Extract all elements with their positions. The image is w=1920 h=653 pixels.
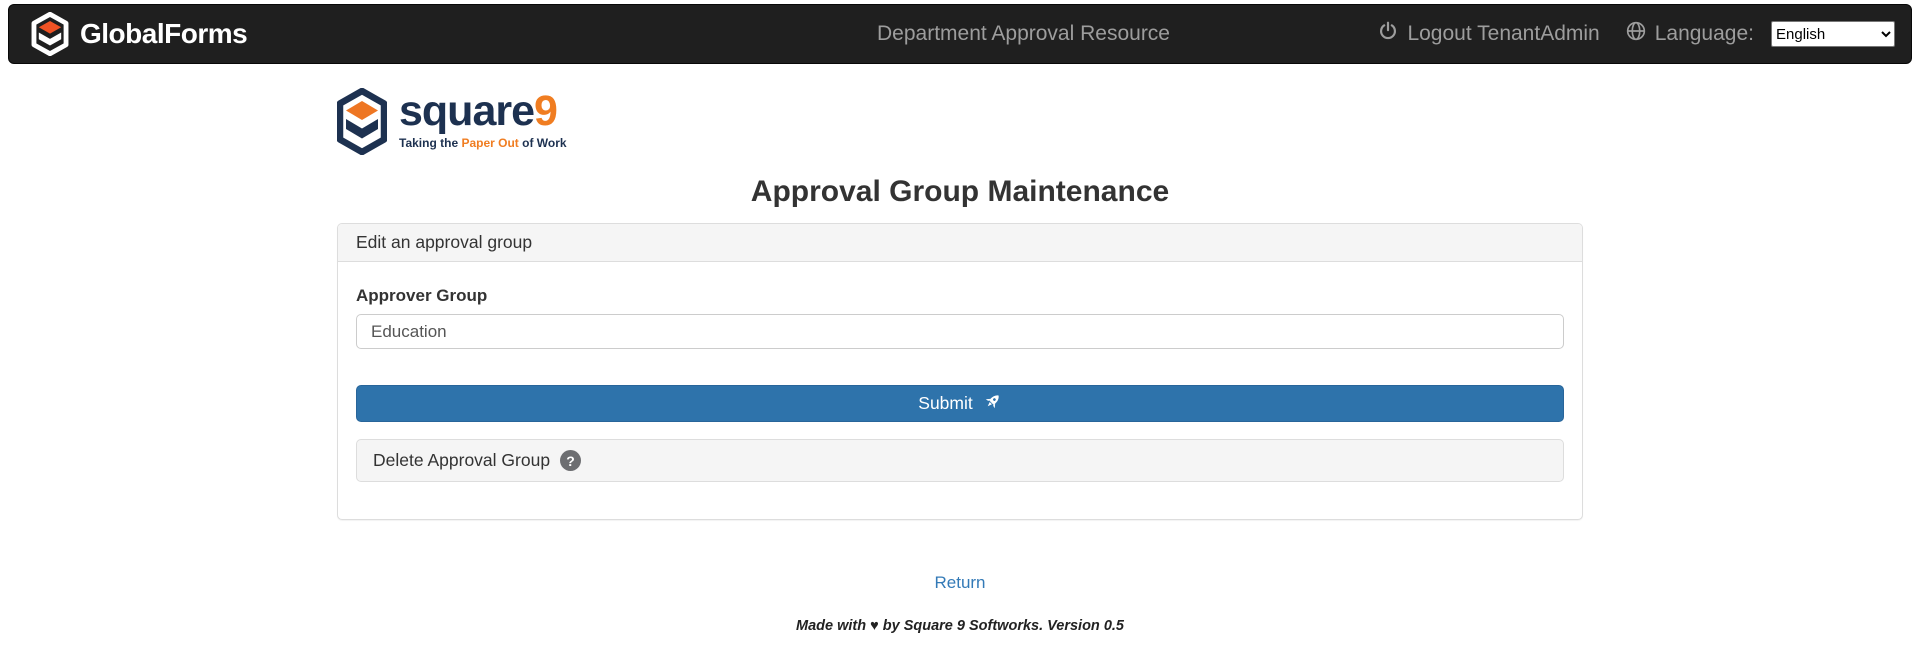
language-select[interactable]: English: [1771, 21, 1895, 47]
page-title: Approval Group Maintenance: [337, 175, 1583, 208]
square9-wordmark: square9 Taking the Paper Out of Work: [399, 88, 567, 150]
globalforms-hexagon-logo-icon: [31, 12, 69, 56]
approver-group-input[interactable]: [356, 314, 1564, 349]
delete-approval-group-label: Delete Approval Group: [373, 450, 550, 471]
navbar-right: Logout TenantAdmin Language: English: [1378, 5, 1895, 63]
delete-approval-group-accordion[interactable]: Delete Approval Group ?: [356, 439, 1564, 482]
return-link[interactable]: Return: [934, 573, 985, 592]
power-icon: [1378, 21, 1398, 47]
navbar: GlobalForms Department Approval Resource…: [8, 4, 1912, 64]
approver-group-label: Approver Group: [356, 286, 1564, 306]
main-content: square9 Taking the Paper Out of Work App…: [337, 0, 1583, 634]
square9-nine: 9: [534, 87, 557, 135]
navbar-title: Department Approval Resource: [877, 22, 1170, 46]
brand-text: GlobalForms: [80, 18, 247, 50]
question-circle-icon: ?: [560, 450, 581, 471]
submit-button[interactable]: Submit: [356, 385, 1564, 422]
edit-approval-group-panel: Edit an approval group Approver Group Su…: [337, 223, 1583, 520]
submit-label: Submit: [918, 393, 972, 414]
rocket-icon: [983, 392, 1002, 416]
brand[interactable]: GlobalForms: [31, 12, 247, 56]
square9-name: square9: [399, 88, 567, 134]
square9-hexagon-logo-icon: [337, 88, 387, 160]
panel-heading: Edit an approval group: [338, 224, 1582, 262]
panel-body: Approver Group Submit: [338, 262, 1582, 519]
logout-link[interactable]: Logout TenantAdmin: [1378, 21, 1599, 47]
language-group: Language: English: [1626, 21, 1895, 47]
return-wrap: Return: [337, 573, 1583, 593]
language-label: Language:: [1655, 22, 1754, 46]
logout-label: Logout TenantAdmin: [1407, 22, 1599, 46]
square9-logo: square9 Taking the Paper Out of Work: [337, 88, 1583, 155]
footer-credit: Made with ♥ by Square 9 Softworks. Versi…: [337, 618, 1583, 634]
square9-tagline: Taking the Paper Out of Work: [399, 136, 567, 150]
globe-icon: [1626, 21, 1646, 47]
